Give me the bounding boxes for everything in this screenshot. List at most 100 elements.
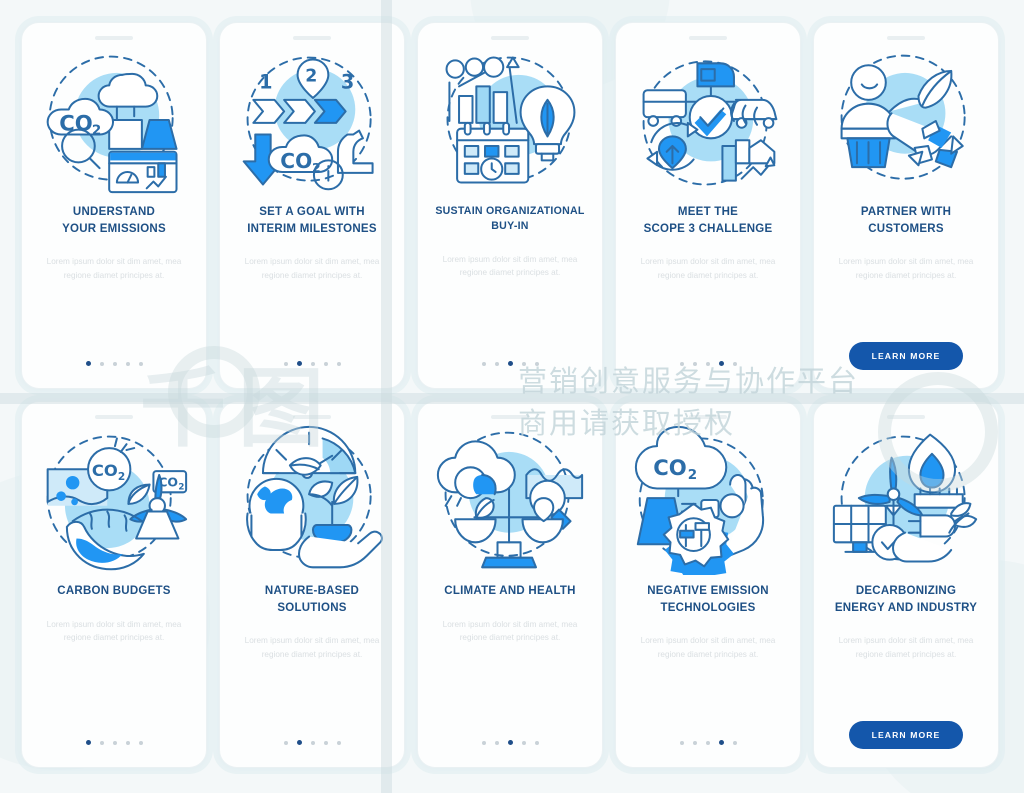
pagination-dot[interactable] — [283, 740, 288, 745]
phone-speaker-bar — [491, 36, 529, 40]
pagination-dot[interactable] — [336, 361, 341, 366]
pagination-dot[interactable] — [99, 361, 104, 366]
pagination-dots[interactable] — [85, 361, 143, 366]
pagination-dots[interactable] — [679, 740, 737, 745]
pagination-dot[interactable] — [310, 740, 315, 745]
svg-text:2: 2 — [118, 471, 125, 483]
svg-text:CO: CO — [280, 149, 312, 173]
screen-description: Lorem ipsum dolor sit dim amet, mea regi… — [46, 619, 182, 643]
screen-title-line-1: UNDERSTAND — [72, 206, 156, 218]
pagination-dot-active[interactable] — [296, 740, 302, 745]
screen-title: SUSTAIN ORGANIZATIONAL BUY-IN — [427, 204, 592, 235]
pagination-dot-active[interactable] — [507, 740, 513, 745]
learn-more-button[interactable]: LEARN MORE — [849, 721, 963, 749]
screen-title: NATURE-BASED SOLUTIONS — [257, 583, 367, 616]
phone-speaker-bar — [689, 415, 727, 419]
pagination-dot-active[interactable] — [718, 740, 724, 745]
screen-title-line-2: INTERIM MILESTONES — [247, 222, 377, 235]
pagination-dot[interactable] — [99, 740, 104, 745]
pagination-dot[interactable] — [494, 361, 499, 366]
pagination-dot-active[interactable] — [296, 361, 302, 366]
pagination-dot[interactable] — [112, 361, 117, 366]
pagination-dot[interactable] — [521, 740, 526, 745]
pagination-dot[interactable] — [692, 361, 697, 366]
phone-speaker-bar — [95, 36, 133, 40]
pagination-dot[interactable] — [138, 361, 143, 366]
screen-title-line-1: NATURE-BASED — [264, 585, 360, 597]
pagination-dot[interactable] — [534, 361, 539, 366]
onboarding-screen-carbon-budgets: CO 2 CO 2 CARBON BUDGETS Lorem ipsum dolo… — [21, 401, 207, 768]
pagination-dot[interactable] — [732, 361, 737, 366]
learn-more-button[interactable]: LEARN MORE — [849, 342, 963, 370]
pagination-dot[interactable] — [679, 740, 684, 745]
onboarding-screen-decarbonizing-energy-and-industry: DECARBONIZING ENERGY AND INDUSTRY Lorem ip… — [813, 401, 999, 768]
onboarding-screen-set-a-goal-with-interim-milestones: 1 3 2 CO 2 SET A GOAL WITH INTERIM MILEST… — [219, 22, 405, 389]
hands-globe-sprout-gauge-icon — [246, 425, 383, 569]
onboarding-screen-partner-with-customers: PARTNER WITH CUSTOMERS Lorem ipsum dolor s… — [813, 22, 999, 389]
milestones-arrows-co2-icon: 1 3 2 CO 2 — [242, 56, 374, 191]
svg-text:3: 3 — [341, 70, 354, 93]
transport-checkmark-recycle-icon — [642, 60, 778, 186]
pagination-dot[interactable] — [692, 740, 697, 745]
pagination-dot[interactable] — [323, 740, 328, 745]
earth-co2-windmill-icon: CO 2 CO 2 — [46, 435, 188, 571]
onboarding-screen-sustain-organizational-buy-in: SUSTAIN ORGANIZATIONAL BUY-IN Lorem ipsum … — [417, 22, 603, 389]
pagination-dot-active[interactable] — [85, 361, 91, 366]
screen-title-line-2: YOUR EMISSIONS — [62, 222, 166, 235]
phone-speaker-bar — [293, 415, 331, 419]
screen-title-line-1: SUSTAIN ORGANIZATIONAL — [435, 205, 585, 217]
screen-title: MEET THE SCOPE 3 CHALLENGE — [636, 204, 781, 237]
pagination-dots[interactable] — [85, 740, 143, 745]
pagination-dot[interactable] — [323, 361, 328, 366]
pagination-dot[interactable] — [679, 361, 684, 366]
screen-description: Lorem ipsum dolor sit dim amet, mea regi… — [46, 257, 182, 280]
pagination-dot[interactable] — [705, 361, 710, 366]
pagination-dot[interactable] — [283, 361, 288, 366]
screen-title: DECARBONIZING ENERGY AND INDUSTRY — [827, 583, 985, 616]
screen-description: Lorem ipsum dolor sit dim amet, mea regi… — [442, 619, 578, 643]
pagination-dot-active[interactable] — [85, 740, 91, 745]
screen-title: PARTNER WITH CUSTOMERS — [853, 204, 959, 237]
pagination-dot[interactable] — [494, 740, 499, 745]
pagination-dot[interactable] — [112, 740, 117, 745]
pagination-dot[interactable] — [310, 361, 315, 366]
pagination-dots[interactable] — [679, 361, 737, 366]
onboarding-screen-climate-and-health: CLIMATE AND HEALTH Lorem ipsum dolor sit … — [417, 401, 603, 768]
screen-title-line-2: ENERGY AND INDUSTRY — [834, 601, 978, 614]
screen-title-line-1: SET A GOAL WITH — [259, 206, 365, 218]
pagination-dot-active[interactable] — [507, 361, 513, 366]
pagination-dot[interactable] — [481, 740, 486, 745]
phone-speaker-bar — [689, 36, 727, 40]
svg-text:2: 2 — [688, 468, 697, 483]
pagination-dot[interactable] — [534, 740, 539, 745]
pagination-dots[interactable] — [481, 740, 539, 745]
pagination-dot[interactable] — [521, 361, 526, 366]
phone-speaker-bar — [491, 415, 529, 419]
pagination-dot[interactable] — [125, 740, 130, 745]
pagination-dot-active[interactable] — [718, 361, 724, 366]
pagination-dots[interactable] — [283, 740, 341, 745]
screen-title-line-2: SOLUTIONS — [277, 601, 347, 614]
screen-description: Lorem ipsum dolor sit dim amet, mea regi… — [640, 257, 776, 280]
screen-title: NEGATIVE EMISSION TECHNOLOGIES — [639, 583, 777, 616]
scales-cloud-heart-leaf-icon — [436, 431, 584, 569]
screen-description: Lorem ipsum dolor sit dim amet, mea regi… — [244, 636, 380, 659]
solar-wind-plug-flame-icon — [832, 433, 978, 563]
pagination-dots[interactable] — [481, 361, 539, 366]
onboarding-screens-board: CO 2 UNDERSTAND YOUR EMISSIONS Lorem ipsum… — [0, 0, 1024, 793]
pagination-dot[interactable] — [481, 361, 486, 366]
svg-text:2: 2 — [92, 123, 101, 138]
phone-speaker-bar — [887, 415, 925, 419]
pagination-dot[interactable] — [732, 740, 737, 745]
screen-description: Lorem ipsum dolor sit dim amet, mea regi… — [244, 257, 380, 280]
pagination-dot[interactable] — [138, 740, 143, 745]
phone-speaker-bar — [293, 36, 331, 40]
pagination-dot[interactable] — [336, 740, 341, 745]
screen-title-line-2: SCOPE 3 CHALLENGE — [643, 222, 773, 235]
pagination-dots[interactable] — [283, 361, 341, 366]
pagination-dot[interactable] — [125, 361, 130, 366]
team-chart-calendar-bulb-icon — [445, 56, 576, 184]
screen-title: UNDERSTAND YOUR EMISSIONS — [54, 204, 174, 237]
pagination-dot[interactable] — [705, 740, 710, 745]
phone-speaker-bar — [95, 415, 133, 419]
